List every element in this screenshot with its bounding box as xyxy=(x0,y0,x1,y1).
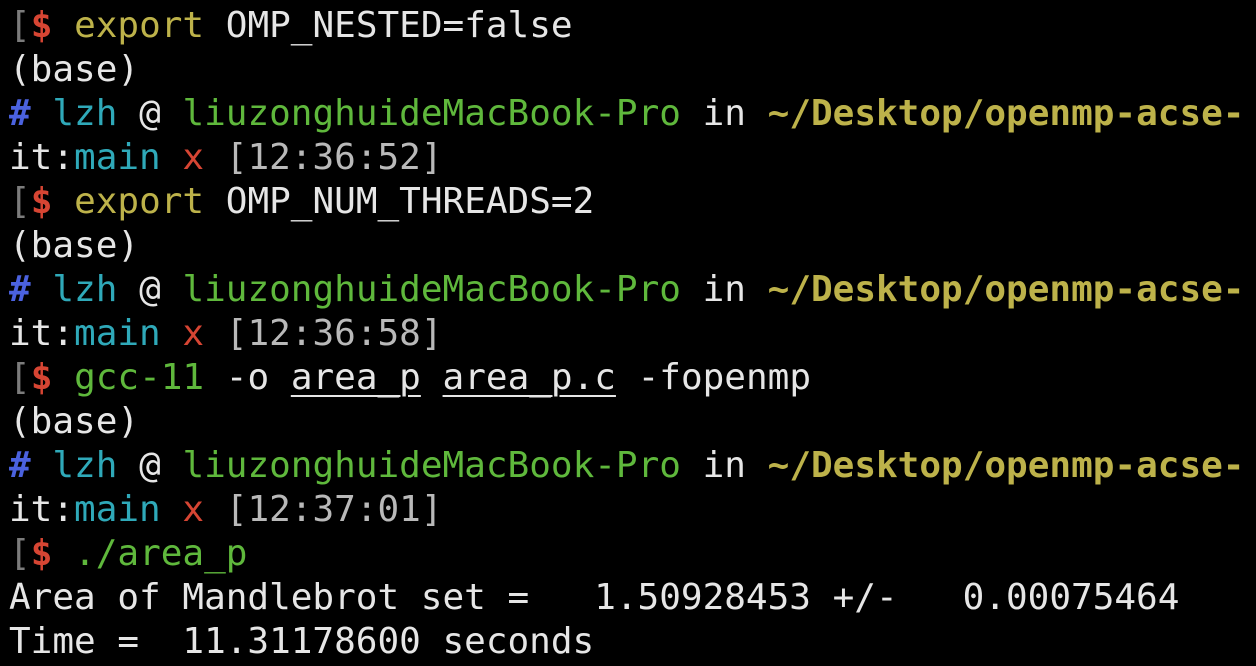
terminal-text-segment: Time = 11.31178600 seconds xyxy=(9,621,595,662)
terminal-line: it:main x [12:36:52] xyxy=(9,136,443,180)
terminal-text-segment: [ xyxy=(9,5,31,46)
terminal-text-segment: # xyxy=(9,445,31,486)
terminal-text-segment: ~/Desktop/openmp-acse- xyxy=(767,269,1245,310)
terminal-text-segment: liuzonghuideMacBook-Pro xyxy=(182,445,681,486)
terminal-text-segment: area_p xyxy=(290,357,421,398)
terminal-line: Area of Mandlebrot set = 1.50928453 +/- … xyxy=(9,576,1179,620)
terminal-text-segment: $ xyxy=(30,357,53,398)
terminal-line: Time = 11.31178600 seconds xyxy=(9,620,594,664)
terminal-line: [$ gcc-11 -o area_p area_p.c -fopenmp xyxy=(9,356,811,400)
terminal-line: (base) xyxy=(9,400,139,444)
terminal-line: # lzh @ liuzonghuideMacBook-Pro in ~/Des… xyxy=(9,268,1244,312)
terminal-text-segment: lzh xyxy=(52,445,118,486)
terminal-text-segment: main xyxy=(74,489,161,530)
terminal-text-segment: x xyxy=(182,137,205,178)
terminal-text-segment: [12:36:52] xyxy=(204,137,443,178)
terminal-text-segment: OMP_NESTED=false xyxy=(204,5,573,46)
terminal-text-segment: main xyxy=(74,137,161,178)
terminal-text-segment: [12:37:01] xyxy=(204,489,443,530)
terminal-text-segment: in xyxy=(680,93,768,134)
terminal-text-segment: lzh xyxy=(52,93,118,134)
terminal-text-segment: [ xyxy=(9,181,31,222)
terminal-text-segment: it: xyxy=(9,489,75,530)
terminal-text-segment: gcc-11 xyxy=(74,357,205,398)
terminal-text-segment: x xyxy=(182,313,205,354)
terminal-text-segment: (base) xyxy=(9,225,140,266)
terminal-text-segment: [ xyxy=(9,533,31,574)
terminal-text-segment: OMP_NUM_THREADS=2 xyxy=(204,181,595,222)
terminal-text-segment: $ xyxy=(30,181,53,222)
terminal-line: [$ export OMP_NUM_THREADS=2 xyxy=(9,180,594,224)
terminal-text-segment: export xyxy=(74,5,205,46)
terminal-text-segment: @ xyxy=(117,445,183,486)
terminal-text-segment: liuzonghuideMacBook-Pro xyxy=(182,269,681,310)
terminal-text-segment: liuzonghuideMacBook-Pro xyxy=(182,93,681,134)
terminal-text-segment: it: xyxy=(9,313,75,354)
terminal-text-segment: ~/Desktop/openmp-acse- xyxy=(767,93,1245,134)
terminal-text-segment: ~/Desktop/openmp-acse- xyxy=(767,445,1245,486)
terminal-text-segment: export xyxy=(74,181,205,222)
terminal-text-segment: in xyxy=(680,269,768,310)
terminal-text-segment: -o xyxy=(204,357,291,398)
terminal-line: it:main x [12:36:58] xyxy=(9,312,443,356)
terminal-text-segment: (base) xyxy=(9,401,140,442)
terminal-text-segment: [ xyxy=(9,357,31,398)
terminal-text-segment: # xyxy=(9,93,31,134)
terminal-text-segment: Area of Mandlebrot set = 1.50928453 +/- … xyxy=(9,577,1180,618)
terminal-text-segment: x xyxy=(182,489,205,530)
terminal-line: # lzh @ liuzonghuideMacBook-Pro in ~/Des… xyxy=(9,92,1244,136)
terminal-text-segment: -fopenmp xyxy=(615,357,812,398)
terminal-line: [$ export OMP_NESTED=false xyxy=(9,4,573,48)
terminal-text-segment: it: xyxy=(9,137,75,178)
terminal-line: (base) xyxy=(9,48,139,92)
terminal-text-segment: @ xyxy=(117,269,183,310)
terminal-text-segment: area_p.c xyxy=(442,357,616,398)
terminal-text-segment: $ xyxy=(30,533,53,574)
terminal-line: (base) xyxy=(9,224,139,268)
terminal-text-segment: # xyxy=(9,269,31,310)
terminal-text-segment: @ xyxy=(117,93,183,134)
terminal-text-segment: in xyxy=(680,445,768,486)
terminal-text-segment: lzh xyxy=(52,269,118,310)
terminal-text-segment: (base) xyxy=(9,49,140,90)
terminal-text-segment: ./area_p xyxy=(74,533,248,574)
terminal-text-segment: main xyxy=(74,313,161,354)
terminal-window[interactable]: [$ export OMP_NESTED=false (base) # lzh @ … xyxy=(0,0,1256,666)
terminal-text-segment: $ xyxy=(30,5,53,46)
terminal-line: it:main x [12:37:01] xyxy=(9,488,443,532)
terminal-text-segment: [12:36:58] xyxy=(204,313,443,354)
terminal-line: [$ ./area_p xyxy=(9,532,247,576)
terminal-line: # lzh @ liuzonghuideMacBook-Pro in ~/Des… xyxy=(9,444,1244,488)
